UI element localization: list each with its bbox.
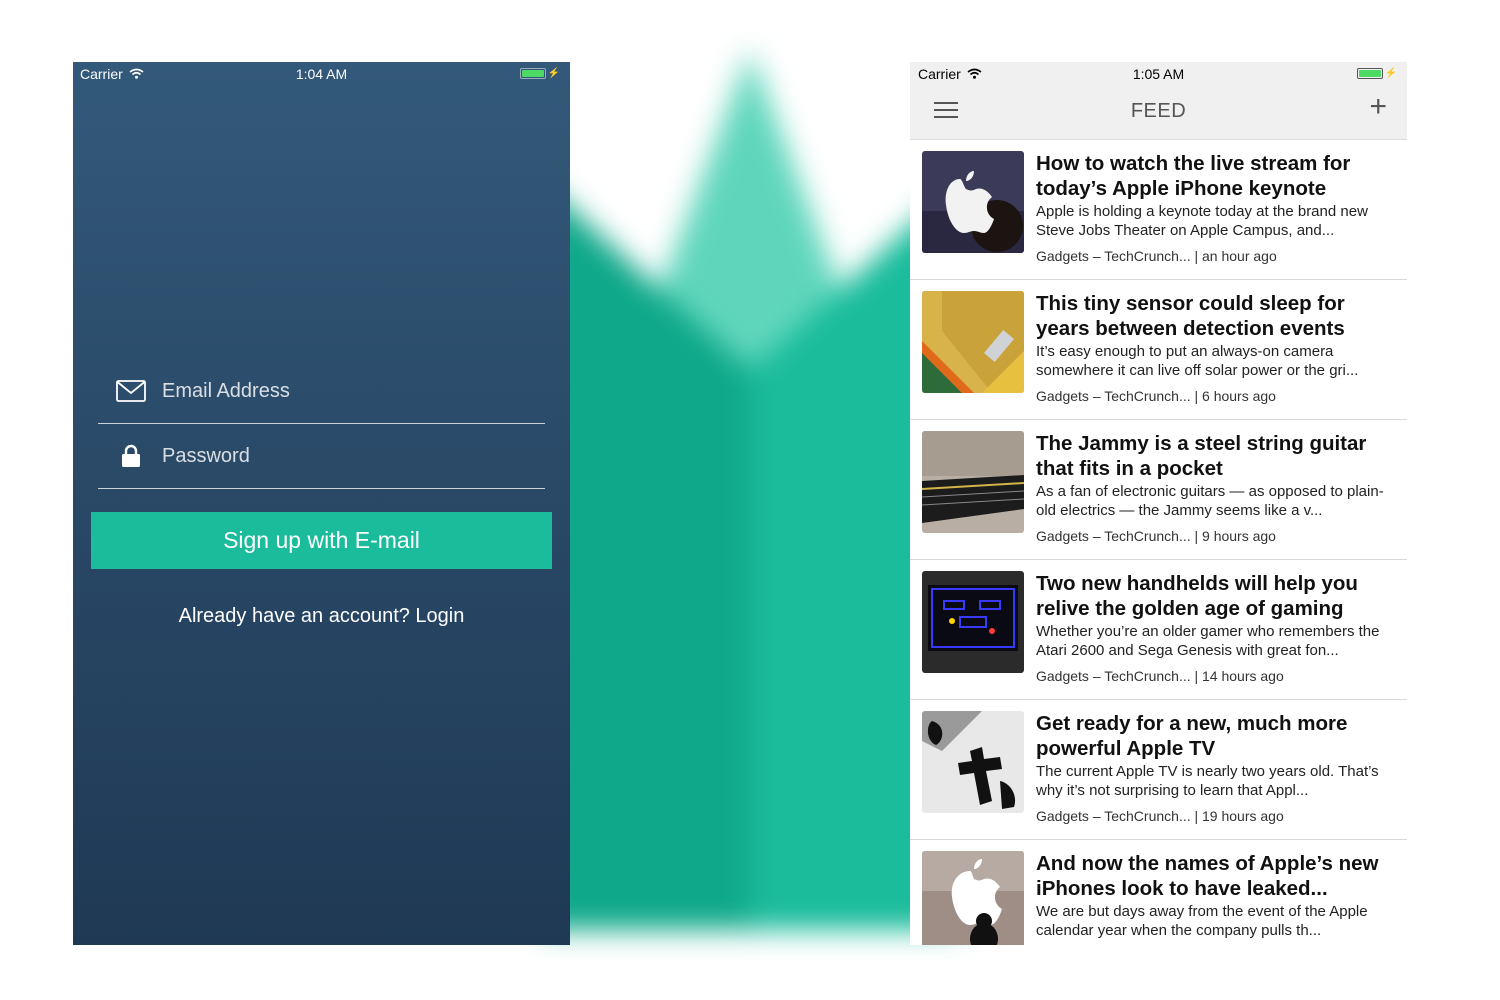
article-summary: As a fan of electronic guitars — as oppo… xyxy=(1036,483,1384,519)
login-link[interactable]: Already have an account? Login xyxy=(73,605,570,628)
article-title: Two new handhelds will help you relive t… xyxy=(1036,572,1358,620)
article-thumbnail xyxy=(922,711,1024,813)
lock-icon xyxy=(114,444,148,468)
feed-item[interactable]: Two new handhelds will help you relive t… xyxy=(910,560,1407,700)
envelope-icon xyxy=(114,380,148,402)
article-title: This tiny sensor could sleep for years b… xyxy=(1036,292,1345,340)
article-title: Get ready for a new, much more powerful … xyxy=(1036,712,1348,760)
article-meta: Gadgets – TechCrunch... | 14 hours ago xyxy=(1036,668,1284,684)
password-field[interactable] xyxy=(98,424,545,489)
email-field[interactable] xyxy=(98,359,545,424)
article-summary: The current Apple TV is nearly two years… xyxy=(1036,763,1379,799)
nav-bar: Carrier 1:05 AM ⚡ FEED + xyxy=(910,62,1407,140)
article-thumbnail xyxy=(922,151,1024,253)
article-summary: Whether you’re an older gamer who rememb… xyxy=(1036,623,1380,659)
article-summary: It’s easy enough to put an always-on cam… xyxy=(1036,343,1359,379)
background-logo-shape xyxy=(540,30,960,930)
article-meta: Gadgets – TechCrunch... | 19 hours ago xyxy=(1036,808,1284,824)
feed-item[interactable]: The Jammy is a steel string guitar that … xyxy=(910,420,1407,560)
page-title: FEED xyxy=(1130,100,1187,122)
feed-item[interactable]: This tiny sensor could sleep for years b… xyxy=(910,280,1407,420)
feed-item[interactable]: Get ready for a new, much more powerful … xyxy=(910,700,1407,840)
feed-item[interactable]: How to watch the live stream for today’s… xyxy=(910,140,1407,280)
feed-screen: Carrier 1:05 AM ⚡ FEED + How to watch th… xyxy=(910,62,1407,945)
battery-icon: ⚡ xyxy=(1356,68,1397,79)
plus-icon[interactable]: + xyxy=(1369,92,1387,122)
email-input[interactable] xyxy=(160,378,524,404)
password-input[interactable] xyxy=(160,443,524,469)
article-meta: Gadgets – TechCrunch... | an hour ago xyxy=(1036,248,1277,264)
signup-email-button[interactable]: Sign up with E-mail xyxy=(91,512,552,569)
article-summary: We are but days away from the event of t… xyxy=(1036,903,1368,939)
article-title: How to watch the live stream for today’s… xyxy=(1036,152,1351,200)
feed-item[interactable]: And now the names of Apple’s new iPhones… xyxy=(910,840,1407,945)
article-title: And now the names of Apple’s new iPhones… xyxy=(1036,852,1379,900)
status-time: 1:04 AM xyxy=(295,66,348,82)
signup-screen: Carrier 1:04 AM ⚡ Sign up with E-mail Al… xyxy=(73,62,570,945)
status-bar: Carrier 1:05 AM ⚡ xyxy=(910,62,1407,86)
article-thumbnail xyxy=(922,571,1024,673)
article-thumbnail xyxy=(922,431,1024,533)
status-time: 1:05 AM xyxy=(1132,66,1185,82)
article-meta: Gadgets – TechCrunch... | 6 hours ago xyxy=(1036,388,1276,404)
article-summary: Apple is holding a keynote today at the … xyxy=(1036,203,1368,239)
feed-list: How to watch the live stream for today’s… xyxy=(910,140,1407,945)
status-bar: Carrier 1:04 AM ⚡ xyxy=(73,62,570,86)
article-thumbnail xyxy=(922,851,1024,945)
article-thumbnail xyxy=(922,291,1024,393)
article-title: The Jammy is a steel string guitar that … xyxy=(1036,432,1367,480)
article-meta: Gadgets – TechCrunch... | 9 hours ago xyxy=(1036,528,1276,544)
battery-icon: ⚡ xyxy=(519,68,560,79)
